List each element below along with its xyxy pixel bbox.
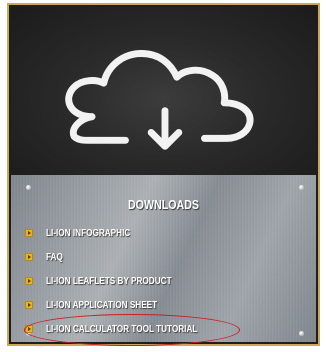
downloads-widget: DOWNLOADS LI-ION INFOGRAPHIC FAQ LI-ION … xyxy=(7,3,320,346)
download-link-infographic[interactable]: LI-ION INFOGRAPHIC xyxy=(25,221,306,245)
arrow-bullet-icon xyxy=(25,301,33,309)
download-link-calculator-tutorial[interactable]: LI-ION CALCULATOR TOOL TUTORIAL xyxy=(25,317,306,341)
arrow-bullet-icon xyxy=(25,253,33,261)
rivet xyxy=(299,185,304,190)
download-link-label: LI-ION INFOGRAPHIC xyxy=(46,227,131,239)
downloads-title: DOWNLOADS xyxy=(127,197,200,212)
download-link-label: LI-ION CALCULATOR TOOL TUTORIAL xyxy=(46,323,198,335)
download-link-label: FAQ xyxy=(46,251,63,263)
downloads-panel: DOWNLOADS LI-ION INFOGRAPHIC FAQ LI-ION … xyxy=(11,175,316,346)
download-link-faq[interactable]: FAQ xyxy=(25,245,306,269)
arrow-bullet-icon xyxy=(25,229,33,237)
header-banner xyxy=(11,7,316,175)
downloads-list: LI-ION INFOGRAPHIC FAQ LI-ION LEAFLETS B… xyxy=(25,221,306,341)
rivet xyxy=(26,185,31,190)
arrow-bullet-icon xyxy=(25,325,33,333)
download-link-label: LI-ION LEAFLETS BY PRODUCT xyxy=(46,275,172,287)
download-link-leaflets[interactable]: LI-ION LEAFLETS BY PRODUCT xyxy=(25,269,306,293)
arrow-bullet-icon xyxy=(25,277,33,285)
cloud-download-icon[interactable] xyxy=(11,7,316,175)
download-link-label: LI-ION APPLICATION SHEET xyxy=(46,299,158,311)
download-link-application-sheet[interactable]: LI-ION APPLICATION SHEET xyxy=(25,293,306,317)
